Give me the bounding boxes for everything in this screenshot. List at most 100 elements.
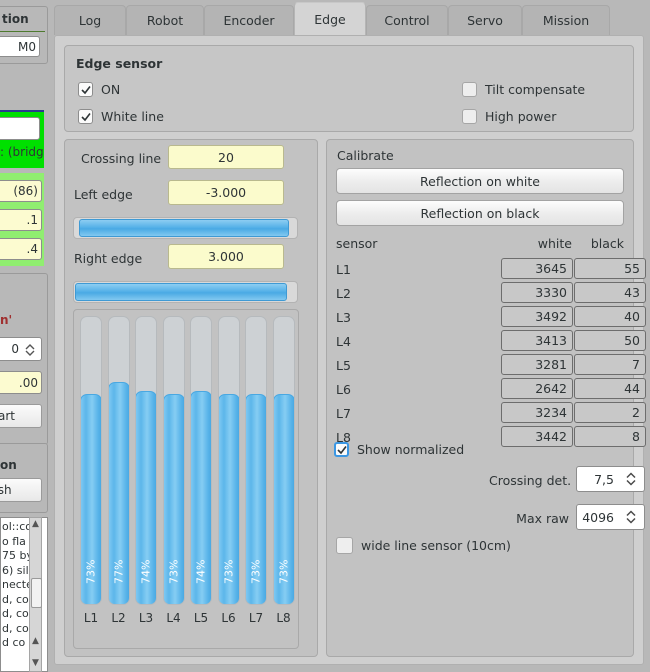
checkbox-show-normalized-label: Show normalized — [357, 442, 465, 457]
checkbox-white-line-label: White line — [101, 109, 164, 124]
sensor-black-value[interactable]: 44 — [574, 378, 646, 399]
sensor-black-value[interactable]: 43 — [574, 282, 646, 303]
tab-bar: Log Robot Encoder Edge Control Servo Mis… — [48, 0, 650, 35]
sensor-bar-value: 73% — [84, 559, 98, 585]
checkbox-show-normalized[interactable]: Show normalized — [334, 442, 464, 457]
tab-control[interactable]: Control — [366, 5, 448, 35]
chevron-updown-icon[interactable] — [625, 509, 637, 525]
sensor-bar-track: 73% — [162, 316, 185, 605]
sensor-row-label: L4 — [336, 334, 351, 349]
sensor-white-value[interactable]: 3234 — [501, 402, 573, 423]
sensor-white-value[interactable]: 3442 — [501, 426, 573, 447]
checkbox-white-line[interactable]: White line — [78, 109, 164, 124]
sidebar-value-86[interactable]: (86) — [0, 180, 42, 202]
sidebar-start-button-label: start — [0, 409, 15, 423]
chevron-updown-icon[interactable] — [625, 471, 637, 487]
tab-log-label: Log — [78, 13, 102, 28]
crossing-det-spinbox[interactable]: 7,5 — [576, 466, 645, 492]
calibrate-title: Calibrate — [337, 148, 394, 163]
max-raw-value: 4096 — [582, 509, 614, 525]
tab-encoder[interactable]: Encoder — [204, 5, 294, 35]
sensor-white-value[interactable]: 3330 — [501, 282, 573, 303]
sidebar-value-86-text: (86) — [13, 184, 38, 198]
crossing-det-label: Crossing det. — [489, 473, 572, 488]
sensor-bar-fill: 77% — [108, 382, 129, 604]
checkbox-tilt-compensate-box[interactable] — [462, 82, 477, 97]
crossing-line-input[interactable]: 20 — [168, 145, 284, 169]
sensor-black-value[interactable]: 7 — [574, 354, 646, 375]
sidebar-value-4[interactable]: .4 — [0, 238, 42, 260]
scroll-down-icon-1[interactable]: ▲ — [31, 636, 40, 646]
sensor-white-value[interactable]: 3281 — [501, 354, 573, 375]
sensor-white-value[interactable]: 3492 — [501, 306, 573, 327]
left-edge-input[interactable]: -3.000 — [168, 180, 284, 205]
reflection-on-black-button[interactable]: Reflection on black — [336, 200, 624, 226]
sensor-bar-fill: 73% — [81, 394, 101, 604]
sensor-white-value[interactable]: 3645 — [501, 258, 573, 279]
sensor-black-value[interactable]: 50 — [574, 330, 646, 351]
sensor-bar-fill: 73% — [218, 394, 239, 604]
checkbox-on-box[interactable] — [78, 82, 93, 97]
tab-mission[interactable]: Mission — [522, 5, 610, 35]
sensor-bar-fill: 74% — [191, 391, 211, 604]
sensor-bar-value: 73% — [249, 559, 263, 585]
checkbox-white-line-box[interactable] — [78, 109, 93, 124]
sidebar-status-input[interactable] — [0, 117, 40, 140]
sidebar-spinbox[interactable]: 0 — [0, 337, 42, 361]
sensor-bar-track: 73% — [245, 316, 267, 605]
scrollbar-thumb[interactable] — [31, 578, 42, 608]
sensor-black-value[interactable]: 8 — [574, 426, 646, 447]
sensor-white-value[interactable]: 2642 — [501, 378, 573, 399]
sensor-bar-label: L3 — [138, 611, 154, 625]
checkbox-tilt-compensate[interactable]: Tilt compensate — [462, 82, 585, 97]
sidebar-yellow-value[interactable]: .00 — [0, 371, 42, 394]
max-raw-stepper[interactable] — [622, 509, 644, 525]
sidebar-flash-title: on — [0, 458, 17, 472]
tab-robot[interactable]: Robot — [126, 5, 204, 35]
table-header-black: black — [590, 236, 624, 251]
checkbox-wide-line-sensor-box[interactable] — [336, 537, 353, 554]
sensor-black-value[interactable]: 2 — [574, 402, 646, 423]
chevron-updown-icon[interactable] — [24, 343, 36, 357]
left-edge-label: Left edge — [74, 187, 133, 202]
tab-log[interactable]: Log — [54, 5, 126, 35]
sensor-bar-value: 73% — [167, 559, 180, 585]
right-edge-input[interactable]: 3.000 — [168, 244, 284, 269]
reflection-on-black-label: Reflection on black — [420, 205, 540, 221]
sensor-black-value[interactable]: 55 — [574, 258, 646, 279]
checkbox-show-normalized-box[interactable] — [334, 442, 349, 457]
left-edge-slider-fill[interactable] — [79, 219, 289, 237]
checkbox-on[interactable]: ON — [78, 82, 120, 97]
checkbox-wide-line-sensor-label: wide line sensor (10cm) — [361, 538, 511, 553]
sidebar-log-scrollbar[interactable]: ▲ ▲ ▼ — [29, 517, 42, 672]
sensor-black-value[interactable]: 40 — [574, 306, 646, 327]
crossing-det-stepper[interactable] — [622, 471, 644, 487]
reflection-on-white-button[interactable]: Reflection on white — [336, 168, 624, 194]
sensor-white-value[interactable]: 3413 — [501, 330, 573, 351]
tab-servo-label: Servo — [467, 13, 503, 28]
checkbox-high-power-box[interactable] — [462, 109, 477, 124]
sidebar-port-input[interactable]: M0 — [0, 36, 40, 57]
sidebar-flash-button[interactable]: ash — [0, 478, 42, 502]
right-edge-slider-fill[interactable] — [75, 283, 287, 301]
checkbox-tilt-compensate-label: Tilt compensate — [485, 82, 586, 97]
tab-encoder-label: Encoder — [223, 13, 275, 28]
scroll-down-icon-2[interactable]: ▼ — [31, 658, 40, 668]
sensor-bar-value: 73% — [222, 559, 235, 585]
app-window: tion M0 : (bridg (86) .1 .4 n' 0 .00 art… — [0, 0, 650, 672]
right-edge-slider[interactable] — [73, 281, 298, 303]
checkbox-high-power[interactable]: High power — [462, 109, 556, 124]
tab-edge[interactable]: Edge — [294, 2, 366, 35]
left-edge-slider[interactable] — [73, 217, 298, 239]
checkbox-wide-line-sensor[interactable]: wide line sensor (10cm) — [336, 537, 511, 554]
tab-servo[interactable]: Servo — [448, 5, 522, 35]
max-raw-spinbox[interactable]: 4096 — [576, 504, 645, 530]
sensor-bar-track: 77% — [107, 316, 130, 605]
sensor-bar-track: 74% — [190, 316, 212, 605]
sensor-bar-label: L2 — [111, 611, 126, 625]
sidebar-start-button[interactable]: start — [0, 404, 42, 428]
reflection-on-white-label: Reflection on white — [420, 173, 540, 189]
scroll-up-icon[interactable]: ▲ — [31, 519, 40, 529]
sidebar-value-1[interactable]: .1 — [0, 209, 42, 231]
sensor-bar-track: 73% — [80, 316, 102, 605]
